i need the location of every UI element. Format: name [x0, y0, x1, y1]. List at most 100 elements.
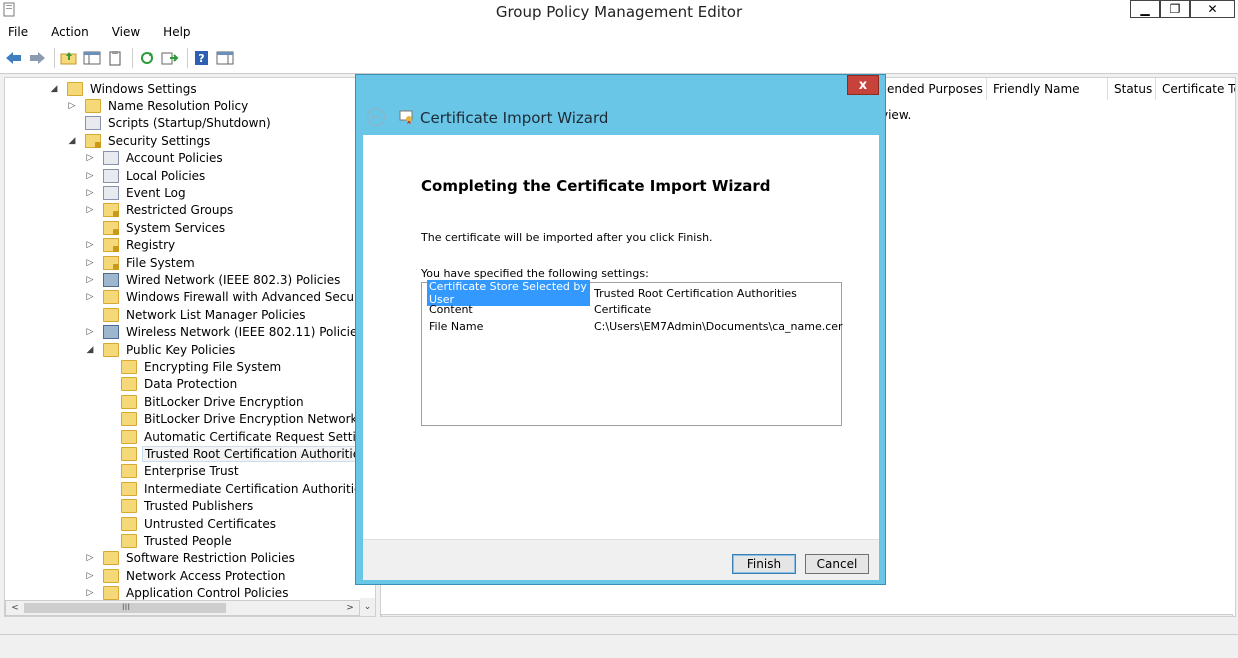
expanded-arrow-icon[interactable]: ◢: [49, 84, 59, 94]
tree-item[interactable]: ◢ Public Key Policies: [85, 341, 237, 358]
tree-item[interactable]: BitLocker Drive Encryption Network Unloc: [103, 411, 375, 428]
up-folder-button[interactable]: [59, 48, 79, 68]
folder-icon: [103, 586, 119, 601]
wizard-heading: Completing the Certificate Import Wizard: [421, 177, 771, 195]
collapsed-arrow-icon[interactable]: ▷: [85, 171, 95, 181]
no-expander: [103, 397, 113, 407]
forward-button[interactable]: [27, 48, 47, 68]
close-window-button[interactable]: ✕: [1190, 0, 1235, 18]
collapsed-arrow-icon[interactable]: ▷: [85, 571, 95, 581]
tree-item[interactable]: ▷ Wired Network (IEEE 802.3) Policies: [85, 271, 342, 288]
scroll-left-icon[interactable]: <: [383, 615, 399, 616]
tree-item[interactable]: Trusted Publishers: [103, 498, 255, 515]
no-expander: [85, 310, 95, 320]
scroll-left-icon[interactable]: <: [7, 601, 23, 615]
tree-item[interactable]: ▷ File System: [85, 254, 197, 271]
minimize-button[interactable]: ▁: [1130, 0, 1160, 18]
setting-key: Content: [429, 302, 473, 316]
tree-item-label: Wireless Network (IEEE 802.11) Policies: [126, 325, 364, 340]
column-intended-purposes[interactable]: ended Purposes: [881, 78, 987, 100]
menu-help[interactable]: Help: [159, 25, 194, 39]
tree-item[interactable]: Automatic Certificate Request Settings: [103, 428, 376, 445]
tree-item[interactable]: ▷ Windows Firewall with Advanced Security: [85, 289, 375, 306]
collapsed-arrow-icon[interactable]: ▷: [85, 553, 95, 563]
collapsed-arrow-icon[interactable]: ▷: [85, 258, 95, 268]
collapsed-arrow-icon[interactable]: ▷: [85, 588, 95, 598]
tree-item[interactable]: ◢ Windows Settings: [49, 80, 199, 97]
tree-item[interactable]: ▷ Software Restriction Policies: [85, 550, 297, 567]
settings-row[interactable]: File Name C:\Users\EM7Admin\Documents\ca…: [427, 318, 843, 334]
collapsed-arrow-icon[interactable]: ▷: [85, 205, 95, 215]
tree-item[interactable]: Enterprise Trust: [103, 463, 241, 480]
refresh-button[interactable]: [137, 48, 157, 68]
tree-item[interactable]: ▷ Restricted Groups: [85, 202, 235, 219]
menu-view[interactable]: View: [108, 25, 144, 39]
tree-item[interactable]: BitLocker Drive Encryption: [103, 393, 306, 410]
expanded-arrow-icon[interactable]: ◢: [67, 136, 77, 146]
scroll-right-icon[interactable]: >: [342, 601, 358, 615]
scroll-right-icon[interactable]: >: [1216, 615, 1232, 616]
help-icon: ?: [195, 50, 208, 65]
clipboard-button[interactable]: [105, 48, 125, 68]
help-button[interactable]: ?: [192, 48, 212, 68]
settings-list[interactable]: Certificate Store Selected by User Trust…: [421, 280, 843, 426]
folder-icon: [103, 290, 119, 305]
collapsed-arrow-icon[interactable]: ▷: [85, 240, 95, 250]
cancel-button[interactable]: Cancel: [805, 554, 869, 574]
menu-action[interactable]: Action: [47, 25, 93, 39]
tree-item[interactable]: ▷ Local Policies: [85, 167, 207, 184]
tree-item[interactable]: Data Protection: [103, 376, 239, 393]
finish-button[interactable]: Finish: [732, 554, 796, 574]
tree-item[interactable]: Scripts (Startup/Shutdown): [67, 115, 273, 132]
expanded-arrow-icon[interactable]: ◢: [85, 345, 95, 355]
console-tree-pane[interactable]: ◢ Windows Settings ▷ Name Resolution Policy…: [4, 77, 376, 617]
tree-item[interactable]: ▷ Event Log: [85, 184, 188, 201]
policy-icon: [85, 116, 101, 131]
scroll-down-icon[interactable]: ⌄: [360, 598, 375, 616]
tree-item[interactable]: Untrusted Certificates: [103, 515, 278, 532]
tree-item[interactable]: ▷ Registry: [85, 237, 177, 254]
tree-item-label: Automatic Certificate Request Settings: [144, 429, 376, 444]
back-button[interactable]: [4, 48, 24, 68]
collapsed-arrow-icon[interactable]: ▷: [85, 327, 95, 337]
tree-item[interactable]: Encrypting File System: [103, 358, 283, 375]
security-folder-icon: [103, 255, 119, 270]
tree-item[interactable]: ◢ Security Settings: [67, 132, 212, 149]
show-hide-action-pane-button[interactable]: [215, 48, 235, 68]
settings-row[interactable]: Content Certificate: [427, 301, 651, 317]
collapsed-arrow-icon[interactable]: ▷: [85, 292, 95, 302]
column-certificate-template[interactable]: Certificate Te.: [1156, 78, 1235, 100]
setting-value: Trusted Root Certification Authorities: [594, 286, 797, 300]
settings-row[interactable]: Certificate Store Selected by User Trust…: [427, 280, 797, 306]
collapsed-arrow-icon[interactable]: ▷: [67, 101, 77, 111]
column-friendly-name[interactable]: Friendly Name: [987, 78, 1108, 100]
refresh-icon: [141, 51, 153, 64]
tree-item-label: Restricted Groups: [126, 203, 234, 218]
tree-item[interactable]: System Services: [85, 219, 227, 236]
tree-item[interactable]: Trusted Root Certification Authorities: [103, 445, 370, 462]
tree-item[interactable]: ▷ Name Resolution Policy: [67, 97, 250, 114]
tree-item[interactable]: ▷ Network Access Protection: [85, 567, 288, 584]
collapsed-arrow-icon[interactable]: ▷: [85, 153, 95, 163]
collapsed-arrow-icon[interactable]: ▷: [85, 275, 95, 285]
menu-file[interactable]: File: [4, 25, 32, 39]
tree-item-label: Event Log: [126, 185, 186, 200]
collapsed-arrow-icon[interactable]: ▷: [85, 188, 95, 198]
export-list-button[interactable]: [160, 48, 180, 68]
tree-horizontal-scrollbar[interactable]: < III >: [5, 600, 360, 616]
wizard-back-button[interactable]: ←: [367, 108, 385, 126]
tree-item[interactable]: Network List Manager Policies: [85, 306, 308, 323]
setting-value: Certificate: [594, 302, 652, 316]
folder-icon: [121, 499, 137, 514]
show-hide-tree-button[interactable]: [82, 48, 102, 68]
tree-item[interactable]: Intermediate Certification Authorities: [103, 480, 370, 497]
no-expander: [103, 501, 113, 511]
column-status[interactable]: Status: [1108, 78, 1156, 100]
tree-item[interactable]: Trusted People: [103, 532, 234, 549]
tree-item[interactable]: ▷ Account Policies: [85, 150, 225, 167]
no-expander: [67, 118, 77, 128]
tree-item[interactable]: ▷ Wireless Network (IEEE 802.11) Policies: [85, 324, 366, 341]
details-horizontal-scrollbar[interactable]: < III >: [381, 614, 1233, 616]
restore-button[interactable]: ❐: [1160, 0, 1190, 18]
wizard-close-button[interactable]: x: [847, 75, 879, 95]
